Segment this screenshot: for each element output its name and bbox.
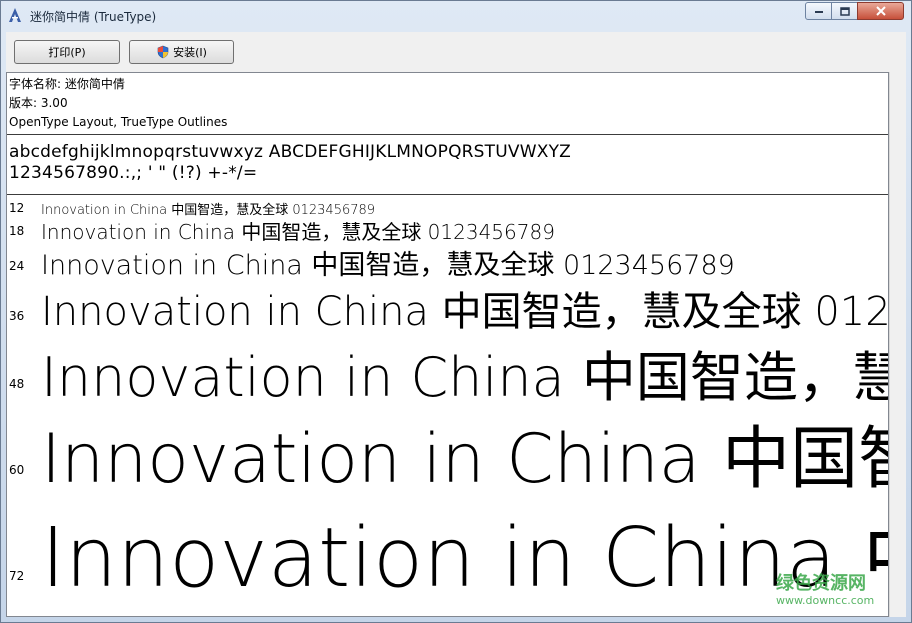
sample-size-label: 72: [9, 569, 25, 583]
sample-text: Innovation in China 中国智造，慧及全球 0123456789: [41, 289, 889, 335]
toolbar: 打印(P) 安装(I): [6, 32, 906, 72]
minimize-button[interactable]: [805, 2, 832, 20]
close-button[interactable]: [857, 2, 904, 20]
font-info: 字体名称: 迷你简中倩 版本: 3.00 OpenType Layout, Tr…: [9, 75, 227, 132]
sample-text: Innovation in China 中国智造，慧及全球 0123456789: [41, 220, 555, 244]
sample-size-label: 36: [9, 309, 25, 323]
charset-line-digits: 1234567890.:,; ' " (!?) +-*/=: [9, 163, 258, 183]
sample-size-label: 12: [9, 201, 25, 215]
divider: [7, 134, 888, 135]
font-preview-pane: 字体名称: 迷你简中倩 版本: 3.00 OpenType Layout, Tr…: [6, 72, 889, 617]
install-button[interactable]: 安装(I): [129, 40, 234, 64]
sample-size-label: 48: [9, 377, 25, 391]
window-title: 迷你简中倩 (TrueType): [30, 10, 157, 24]
font-name-line: 字体名称: 迷你简中倩: [9, 77, 125, 91]
close-icon: [875, 6, 886, 16]
font-viewer-window: 迷你简中倩 (TrueType) 打印(P) 安装(I) 字体名称: 迷你简中倩…: [0, 0, 912, 623]
sample-text: Innovation in China 中国智造，慧及全球 0123456789: [41, 250, 735, 281]
sample-size-label: 18: [9, 224, 25, 238]
font-outline-line: OpenType Layout, TrueType Outlines: [9, 115, 228, 129]
sample-text: Innovation in China 中国智造，慧及全球 0123456789: [41, 420, 888, 499]
font-version-line: 版本: 3.00: [9, 96, 68, 110]
print-button-label: 打印(P): [48, 46, 86, 59]
character-set-preview: abcdefghijklmnopqrstuvwxyz ABCDEFGHIJKLM…: [9, 142, 571, 184]
uac-shield-icon: [157, 45, 169, 59]
divider: [7, 194, 888, 195]
install-button-label: 安装(I): [173, 46, 207, 59]
font-viewer-icon: [9, 8, 21, 22]
vertical-scrollbar[interactable]: [889, 72, 906, 617]
sample-size-label: 60: [9, 463, 25, 477]
sample-text: Innovation in China 中国智造，慧及全球 0123456789: [41, 511, 888, 606]
sample-text: Innovation in China 中国智造，慧及全球 0123456789: [41, 346, 888, 409]
print-button[interactable]: 打印(P): [14, 40, 120, 64]
maximize-button[interactable]: [831, 2, 858, 20]
minimize-icon: [814, 11, 823, 13]
charset-line-letters: abcdefghijklmnopqrstuvwxyz ABCDEFGHIJKLM…: [9, 142, 572, 162]
sample-size-label: 24: [9, 259, 25, 273]
maximize-icon: [839, 6, 850, 16]
title-bar[interactable]: 迷你简中倩 (TrueType): [1, 1, 911, 31]
